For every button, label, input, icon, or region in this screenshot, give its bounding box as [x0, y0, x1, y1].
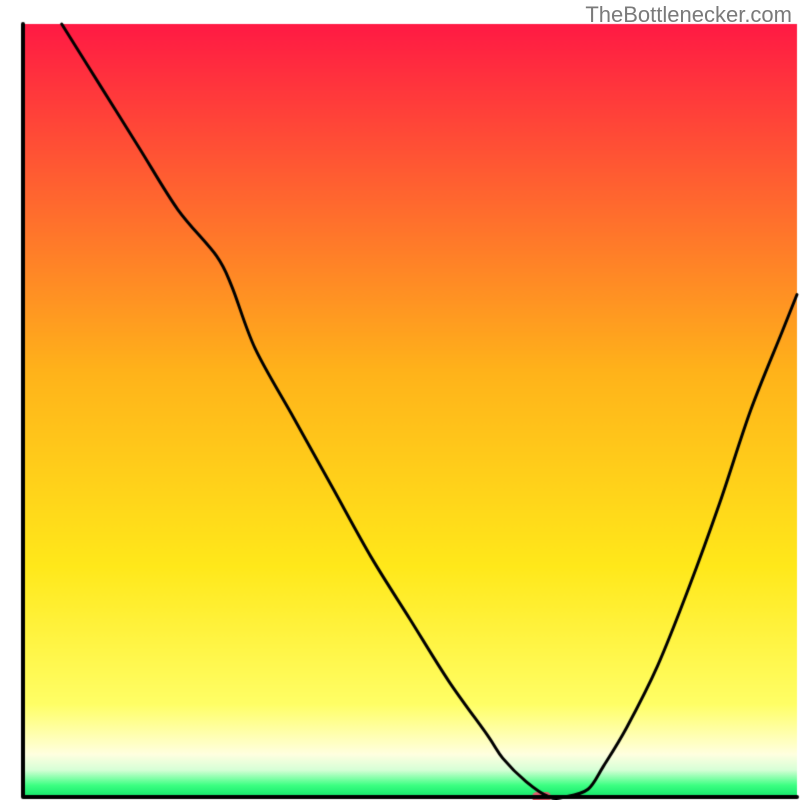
bottleneck-chart [0, 0, 800, 800]
